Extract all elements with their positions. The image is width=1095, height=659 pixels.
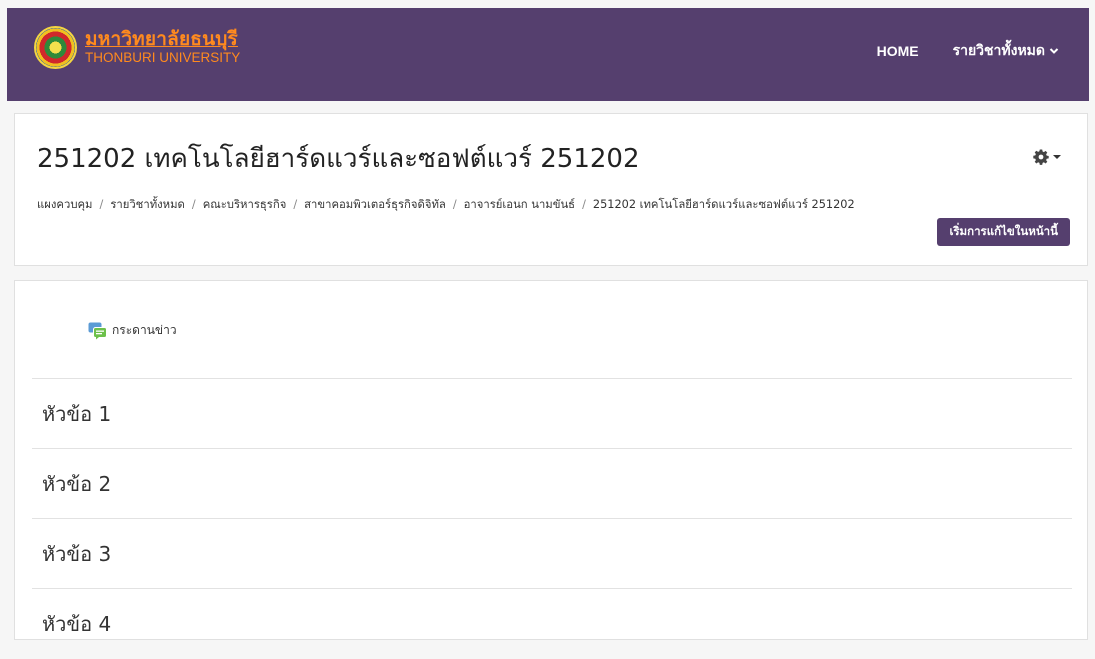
breadcrumb-separator: /	[452, 198, 457, 211]
course-content-card: กระดานข่าว หัวข้อ 1 หัวข้อ 2 หัวข้อ 3 หั…	[14, 280, 1088, 640]
news-forum-link[interactable]: กระดานข่าว	[88, 321, 177, 340]
course-section: หัวข้อ 3	[32, 518, 1072, 589]
top-navbar: มหาวิทยาลัยธนบุรี THONBURI UNIVERSITY HO…	[7, 8, 1089, 101]
breadcrumb-separator: /	[582, 198, 586, 211]
breadcrumb-current-course[interactable]: 251202 เทคโนโลยีฮาร์ดแวร์และซอฟต์แวร์ 25…	[593, 198, 855, 211]
nav-all-courses-menu[interactable]: รายวิชาทั้งหมด	[953, 40, 1059, 62]
course-header-card: 251202 เทคโนโลยีฮาร์ดแวร์และซอฟต์แวร์ 25…	[14, 113, 1088, 266]
forum-icon	[88, 322, 107, 339]
turn-editing-on-button[interactable]: เริ่มการแก้ไขในหน้านี้	[937, 218, 1070, 246]
university-seal-logo	[34, 26, 77, 69]
section-title[interactable]: หัวข้อ 3	[42, 538, 111, 570]
chevron-down-icon	[1049, 48, 1059, 54]
gear-icon	[1033, 149, 1049, 165]
breadcrumb-all-courses[interactable]: รายวิชาทั้งหมด	[110, 198, 185, 211]
breadcrumb-instructor[interactable]: อาจารย์เอนก นามขันธ์	[464, 198, 575, 211]
breadcrumb-faculty[interactable]: คณะบริหารธุรกิจ	[203, 198, 287, 211]
section-title[interactable]: หัวข้อ 4	[42, 608, 111, 640]
site-logo-link[interactable]: มหาวิทยาลัยธนบุรี THONBURI UNIVERSITY	[34, 26, 240, 69]
section-title[interactable]: หัวข้อ 1	[42, 398, 111, 430]
caret-down-icon	[1053, 155, 1061, 159]
news-forum-label: กระดานข่าว	[112, 323, 177, 337]
breadcrumb: แผงควบคุม / รายวิชาทั้งหมด / คณะบริหารธุรกิจ…	[37, 195, 855, 213]
breadcrumb-department[interactable]: สาขาคอมพิวเตอร์ธุรกิจดิจิทัล	[304, 198, 446, 211]
breadcrumb-separator: /	[191, 198, 196, 211]
brand-english-name: THONBURI UNIVERSITY	[85, 50, 241, 66]
nav-menu: HOME รายวิชาทั้งหมด	[843, 40, 1059, 62]
course-settings-menu[interactable]	[1033, 149, 1061, 165]
course-section: หัวข้อ 2	[32, 448, 1072, 519]
breadcrumb-dashboard[interactable]: แผงควบคุม	[37, 198, 93, 211]
page-title: 251202 เทคโนโลยีฮาร์ดแวร์และซอฟต์แวร์ 25…	[37, 144, 640, 174]
brand-thai-name: มหาวิทยาลัยธนบุรี	[85, 28, 238, 51]
breadcrumb-separator: /	[293, 198, 298, 211]
breadcrumb-separator: /	[99, 198, 104, 211]
brand-text: มหาวิทยาลัยธนบุรี THONBURI UNIVERSITY	[85, 30, 240, 65]
course-section: หัวข้อ 1	[32, 378, 1072, 449]
nav-all-courses-label: รายวิชาทั้งหมด	[952, 42, 1045, 58]
course-section: หัวข้อ 4	[32, 588, 1072, 659]
nav-home-link[interactable]: HOME	[877, 43, 919, 59]
section-title[interactable]: หัวข้อ 2	[42, 468, 111, 500]
